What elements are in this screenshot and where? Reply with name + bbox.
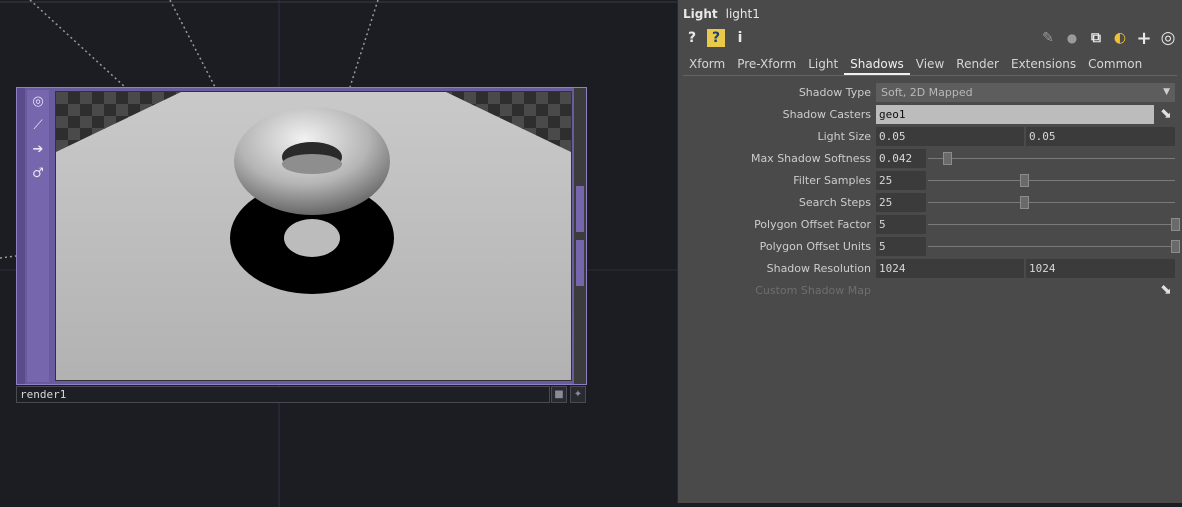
tab-shadows[interactable]: Shadows — [844, 53, 910, 75]
param-search-steps: Search Steps 25 — [678, 192, 1182, 214]
parameter-list: Shadow Type Soft, 2D Mapped ▼ Shadow Cas… — [678, 82, 1182, 302]
render-node[interactable]: ◎ ⟋ ➔ ♂ — [16, 87, 587, 385]
param-label: Polygon Offset Factor — [754, 218, 871, 231]
param-label: Shadow Type — [798, 86, 871, 99]
help-icon[interactable]: ? — [683, 29, 701, 47]
comment-icon[interactable]: ● — [1063, 29, 1081, 47]
shadow-type-dropdown[interactable]: Soft, 2D Mapped ▼ — [876, 83, 1175, 102]
slider-track — [928, 180, 1175, 181]
node-name-field[interactable]: render1 — [16, 386, 550, 403]
clone-icon[interactable]: ⧉ — [1087, 29, 1105, 47]
python-icon[interactable]: ◐ — [1111, 29, 1129, 47]
param-label: Max Shadow Softness — [750, 152, 871, 165]
panel-toolbar: ? ? i ✎ ● ⧉ ◐ + ◎ — [678, 27, 1182, 49]
tab-light[interactable]: Light — [802, 53, 844, 75]
display-flag-icon[interactable]: ■ — [551, 386, 567, 403]
wire-3 — [349, 0, 379, 88]
tab-view[interactable]: View — [910, 53, 950, 75]
render-viewer[interactable] — [55, 91, 572, 381]
param-label: Filter Samples — [793, 174, 871, 187]
light-size-1-field[interactable]: 0.05 — [876, 127, 1024, 146]
slider-handle[interactable] — [1020, 196, 1030, 209]
slider-track — [928, 202, 1175, 203]
parameter-panel: Light light1 ? ? i ✎ ● ⧉ ◐ + ◎ Xform Pre… — [677, 0, 1182, 503]
slider-handle[interactable] — [942, 152, 952, 165]
op-type-label: Light — [683, 6, 718, 21]
tab-xform[interactable]: Xform — [683, 53, 731, 75]
param-label: Light Size — [817, 130, 871, 143]
param-shadow-casters: Shadow Casters geo1 ⬊ — [678, 104, 1182, 126]
slider-track — [928, 224, 1175, 225]
wire-2 — [169, 0, 216, 88]
param-label: Polygon Offset Units — [759, 240, 871, 253]
slider-track — [928, 246, 1175, 247]
viewer-arrow-icon[interactable]: ➔ — [27, 138, 49, 160]
panel-title: Light light1 — [678, 0, 1182, 27]
wire-1 — [29, 0, 126, 88]
param-label: Custom Shadow Map — [755, 284, 871, 297]
slider-handle[interactable] — [1171, 240, 1180, 253]
slider-handle[interactable] — [1171, 218, 1180, 231]
node-output-strip — [574, 88, 586, 384]
target-icon[interactable]: ◎ — [1159, 28, 1177, 48]
dropdown-value: Soft, 2D Mapped — [881, 86, 973, 99]
viewer-link-icon[interactable]: ♂ — [27, 162, 49, 184]
slider-track — [928, 158, 1175, 159]
param-polygon-offset-factor: Polygon Offset Factor 5 — [678, 214, 1182, 236]
node-input-strip — [17, 88, 25, 384]
search-steps-field[interactable]: 25 — [876, 193, 926, 212]
param-label: Search Steps — [798, 196, 871, 209]
slider-handle[interactable] — [1020, 174, 1030, 187]
shadow-resolution-2-field[interactable]: 1024 — [1026, 259, 1175, 278]
light-size-2-field[interactable]: 0.05 — [1026, 127, 1175, 146]
param-label: Shadow Casters — [782, 108, 871, 121]
info-icon[interactable]: i — [731, 29, 749, 47]
op-name-field[interactable]: light1 — [726, 7, 760, 21]
polygon-offset-factor-field[interactable]: 5 — [876, 215, 926, 234]
output-connector-2[interactable] — [576, 240, 584, 286]
operator-picker-arrow-icon[interactable]: ⬊ — [1156, 282, 1176, 300]
output-connector[interactable] — [576, 186, 584, 232]
pencil-icon[interactable]: ✎ — [1039, 29, 1057, 47]
viewer-chart-icon[interactable]: ⟋ — [27, 114, 49, 136]
python-help-icon[interactable]: ? — [707, 29, 725, 47]
add-icon[interactable]: ✦ — [570, 386, 586, 403]
parameter-tabs: Xform Pre-Xform Light Shadows View Rende… — [683, 53, 1177, 76]
param-filter-samples: Filter Samples 25 — [678, 170, 1182, 192]
tab-render[interactable]: Render — [950, 53, 1005, 75]
operator-picker-arrow-icon[interactable]: ⬊ — [1156, 106, 1176, 124]
param-shadow-type: Shadow Type Soft, 2D Mapped ▼ — [678, 82, 1182, 104]
shadow-casters-field[interactable]: geo1 — [876, 105, 1154, 124]
polygon-offset-units-field[interactable]: 5 — [876, 237, 926, 256]
wire-4 — [0, 255, 17, 259]
param-polygon-offset-units: Polygon Offset Units 5 — [678, 236, 1182, 258]
tab-common[interactable]: Common — [1082, 53, 1148, 75]
tab-pre-xform[interactable]: Pre-Xform — [731, 53, 802, 75]
param-shadow-resolution: Shadow Resolution 1024 1024 — [678, 258, 1182, 280]
filter-samples-field[interactable]: 25 — [876, 171, 926, 190]
param-custom-shadow-map: Custom Shadow Map ⬊ — [678, 280, 1182, 302]
tab-extensions[interactable]: Extensions — [1005, 53, 1082, 75]
render-preview-image — [56, 92, 571, 380]
param-light-size: Light Size 0.05 0.05 — [678, 126, 1182, 148]
param-label: Shadow Resolution — [766, 262, 871, 275]
max-shadow-softness-field[interactable]: 0.042 — [876, 149, 926, 168]
node-tool-strip: ◎ ⟋ ➔ ♂ — [27, 90, 49, 382]
shadow-resolution-1-field[interactable]: 1024 — [876, 259, 1024, 278]
viewer-target-icon[interactable]: ◎ — [27, 90, 49, 112]
plus-icon[interactable]: + — [1135, 28, 1153, 49]
param-max-shadow-softness: Max Shadow Softness 0.042 — [678, 148, 1182, 170]
chevron-down-icon: ▼ — [1163, 87, 1170, 97]
